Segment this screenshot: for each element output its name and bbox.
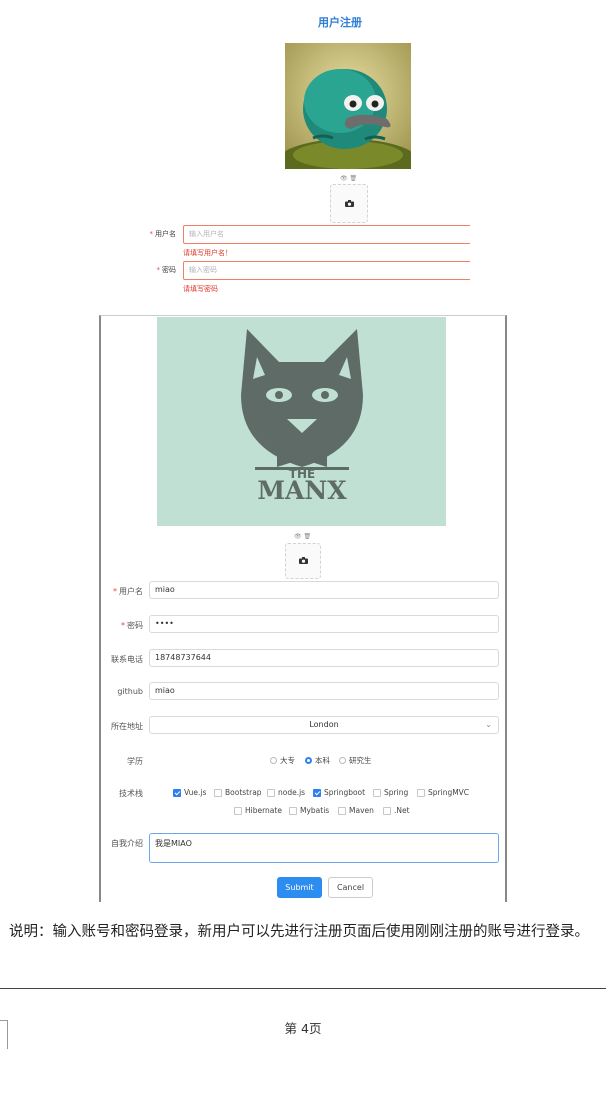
description-paragraph: 说明：输入账号和密码登录，新用户可以先进行注册页面后使用刚刚注册的账号进行登录。	[9, 924, 589, 940]
submit-button[interactable]: Submit	[277, 877, 322, 898]
radio-yanjiusheng[interactable]: 研究生	[339, 755, 372, 766]
chevron-down-icon: ⌄	[485, 720, 492, 729]
radio-circle	[270, 757, 277, 764]
checkbox-springmvc[interactable]: SpringMVC	[417, 788, 469, 797]
github-input[interactable]: miao	[149, 682, 499, 700]
cancel-button[interactable]: Cancel	[328, 877, 373, 898]
avatar-image-manx: THE MANX	[157, 317, 446, 526]
checkbox-springboot[interactable]: Springboot	[313, 788, 365, 797]
radio-circle	[339, 757, 346, 764]
camera-icon	[299, 557, 308, 564]
radio-benke[interactable]: 本科	[305, 755, 330, 766]
avatar-image-monster	[285, 43, 411, 169]
phone-label: 联系电话	[111, 655, 143, 664]
register-title: 用户注册	[318, 16, 362, 29]
avatar-uploader[interactable]	[330, 184, 368, 223]
tech-label: 技术栈	[119, 789, 143, 798]
education-label: 学历	[127, 757, 143, 766]
radio-dazhuan[interactable]: 大专	[270, 755, 295, 766]
username-label: * 用户名	[149, 230, 177, 238]
intro-textarea[interactable]: 我是MIAO	[149, 833, 499, 863]
checkbox-box	[267, 788, 275, 797]
phone-input[interactable]: 18748737644	[149, 649, 499, 667]
checkbox-box	[417, 788, 425, 797]
checkbox-box	[214, 788, 222, 797]
checkbox-maven[interactable]: Maven	[338, 806, 374, 815]
checkbox-spring[interactable]: Spring	[373, 788, 408, 797]
upload-tools-icons-2[interactable]: 👁 🗑	[294, 533, 311, 540]
filled-username-input[interactable]: miao	[149, 581, 499, 599]
username-error: 请填写用户名！	[183, 249, 232, 257]
checkbox-nodejs[interactable]: node.js	[267, 788, 305, 797]
checkbox-dotnet[interactable]: .Net	[383, 806, 410, 815]
checkbox-vuejs[interactable]: Vue.js	[173, 788, 206, 797]
camera-icon	[345, 200, 354, 207]
username-input[interactable]: 输入用户名	[183, 225, 470, 244]
checkbox-box	[383, 806, 391, 815]
password-label: * 密码	[156, 266, 177, 274]
logo-text: MANX	[257, 476, 347, 505]
github-label: github	[117, 687, 143, 696]
radio-circle-selected	[305, 757, 312, 764]
checkbox-box	[234, 806, 242, 815]
checkbox-box	[373, 788, 381, 797]
checkbox-box	[313, 788, 321, 797]
checkbox-hibernate[interactable]: Hibernate	[234, 806, 282, 815]
filled-password-input[interactable]: ••••	[149, 615, 499, 633]
footer-divider	[0, 988, 606, 989]
upload-tools-icons[interactable]: 👁 🗑	[340, 175, 357, 182]
checkbox-box	[338, 806, 346, 815]
location-value: London	[309, 720, 339, 729]
checkbox-bootstrap[interactable]: Bootstrap	[214, 788, 262, 797]
intro-label: 自我介绍	[111, 839, 143, 848]
checkbox-box	[289, 806, 297, 815]
password-input[interactable]: 输入密码	[183, 261, 470, 280]
checkbox-mybatis[interactable]: Mybatis	[289, 806, 329, 815]
location-select[interactable]: London ⌄	[149, 716, 499, 734]
password-error: 请填写密码	[183, 285, 218, 293]
avatar-uploader-2[interactable]	[285, 543, 321, 579]
location-label: 所在地址	[111, 722, 143, 731]
filled-username-label: * 用户名	[113, 587, 143, 596]
filled-password-label: * 密码	[121, 621, 143, 630]
page-number: 第 4页	[284, 1021, 322, 1036]
checkbox-box	[173, 788, 181, 797]
